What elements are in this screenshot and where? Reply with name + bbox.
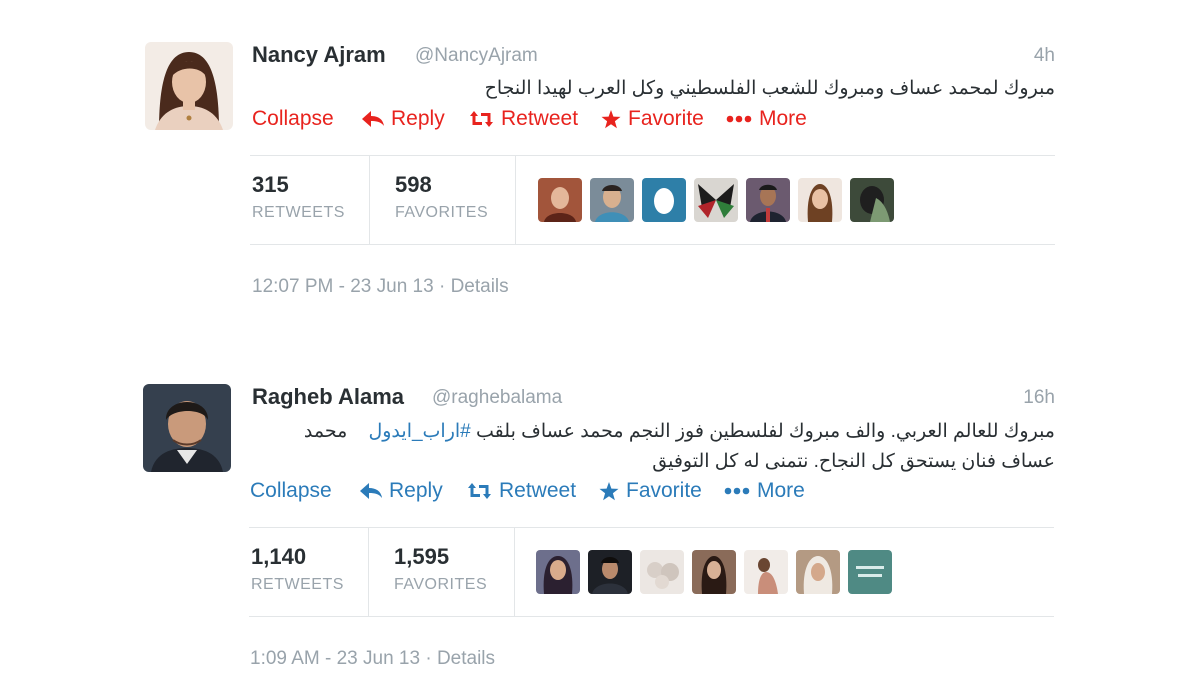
favorite-label: Favorite [626, 479, 702, 502]
display-name[interactable]: Nancy Ajram [252, 42, 386, 68]
retweet-button[interactable]: Retweet [469, 107, 578, 131]
collapse-link[interactable]: Collapse [250, 479, 332, 503]
more-label: More [757, 479, 805, 502]
favoriter-avatar[interactable] [692, 550, 736, 594]
tweet-time[interactable]: 4h [1034, 45, 1055, 67]
retweet-icon [467, 483, 492, 499]
tweet-text-segment: محمد [303, 421, 348, 442]
hashtag-link[interactable]: #اراب_ايدول [368, 421, 470, 442]
favoriter-avatar[interactable] [538, 178, 582, 222]
tweet-text-line: مبروك لمحمد عساف ومبروك للشعب الفلسطيني … [484, 78, 1055, 99]
display-name[interactable]: Ragheb Alama [252, 384, 404, 410]
tweet-text-line: عساف فنان يستحق كل النجاح. نتمنى له كل ا… [652, 451, 1055, 472]
retweets-stat[interactable]: 1,140 RETWEETS [249, 528, 369, 616]
retweets-label: RETWEETS [251, 576, 344, 593]
retweet-label: Retweet [499, 479, 577, 502]
reply-icon [362, 111, 384, 127]
username[interactable]: @raghebalama [432, 387, 562, 409]
favoriter-avatar[interactable] [798, 178, 842, 222]
favorites-stat[interactable]: 598 FAVORITES [370, 156, 516, 244]
tweet-text: مبروك للعالم العربي. والف مبروك لفلسطين … [252, 417, 1055, 477]
favorite-button[interactable]: Favorite [601, 107, 704, 131]
favorites-stat[interactable]: 1,595 FAVORITES [369, 528, 515, 616]
reply-icon [360, 483, 382, 499]
favoriter-avatar[interactable] [850, 178, 894, 222]
tweet-text: مبروك لمحمد عساف ومبروك للشعب الفلسطيني … [252, 74, 1055, 104]
details-link[interactable]: Details [451, 276, 509, 297]
favoriter-avatar[interactable] [588, 550, 632, 594]
more-button[interactable]: More [726, 107, 807, 131]
favoriter-avatar[interactable] [744, 550, 788, 594]
avatar[interactable] [145, 42, 233, 130]
favorites-label: FAVORITES [394, 576, 488, 593]
tweet-stats: 1,140 RETWEETS 1,595 FAVORITES [249, 527, 1054, 617]
tweet-text-line: مبروك للعالم العربي. والف مبروك لفلسطين … [252, 417, 1055, 447]
timestamp-link[interactable]: 1:09 AM - 23 Jun 13 [250, 648, 420, 669]
favorites-count: 1,595 [394, 544, 450, 569]
tweet-footer: 12:07 PM - 23 Jun 13 · Details [252, 276, 509, 298]
reply-label: Reply [391, 107, 445, 130]
retweet-label: Retweet [501, 107, 579, 130]
more-icon [726, 115, 752, 123]
retweets-stat[interactable]: 315 RETWEETS [250, 156, 370, 244]
plush-toy-avatar[interactable] [640, 550, 684, 594]
favoriter-avatar[interactable] [590, 178, 634, 222]
favoriter-avatar[interactable] [746, 178, 790, 222]
reply-label: Reply [389, 479, 443, 502]
more-label: More [759, 107, 807, 130]
favorites-label: FAVORITES [395, 204, 489, 221]
separator: · [425, 648, 432, 669]
more-button[interactable]: More [724, 479, 805, 503]
retweet-button[interactable]: Retweet [467, 479, 576, 503]
tweet-text-segment: مبروك للعالم العربي. والف مبروك لفلسطين … [476, 421, 1055, 442]
separator: · [438, 276, 446, 297]
tweet-time[interactable]: 16h [1023, 387, 1055, 409]
retweets-label: RETWEETS [252, 204, 345, 221]
favorite-button[interactable]: Favorite [599, 479, 702, 503]
star-icon [599, 481, 619, 501]
retweet-icon [469, 111, 494, 127]
reply-button[interactable]: Reply [362, 107, 445, 131]
retweets-count: 315 [252, 172, 289, 197]
favorites-count: 598 [395, 172, 432, 197]
timestamp-link[interactable]: 12:07 PM - 23 Jun 13 [252, 276, 434, 297]
reply-button[interactable]: Reply [360, 479, 443, 503]
star-icon [601, 109, 621, 129]
favorite-label: Favorite [628, 107, 704, 130]
username[interactable]: @NancyAjram [415, 45, 538, 67]
default-egg-avatar[interactable] [642, 178, 686, 222]
favoriter-avatar[interactable] [796, 550, 840, 594]
avatar[interactable] [143, 384, 231, 472]
tweet-footer: 1:09 AM - 23 Jun 13 · Details [250, 648, 495, 670]
favoriter-avatar[interactable] [694, 178, 738, 222]
retweets-count: 1,140 [251, 544, 307, 569]
tweet-stats: 315 RETWEETS 598 FAVORITES [250, 155, 1055, 245]
text-image-avatar[interactable] [848, 550, 892, 594]
more-icon [724, 487, 750, 495]
collapse-link[interactable]: Collapse [252, 107, 334, 131]
favoriter-avatar[interactable] [536, 550, 580, 594]
details-link[interactable]: Details [437, 648, 495, 669]
